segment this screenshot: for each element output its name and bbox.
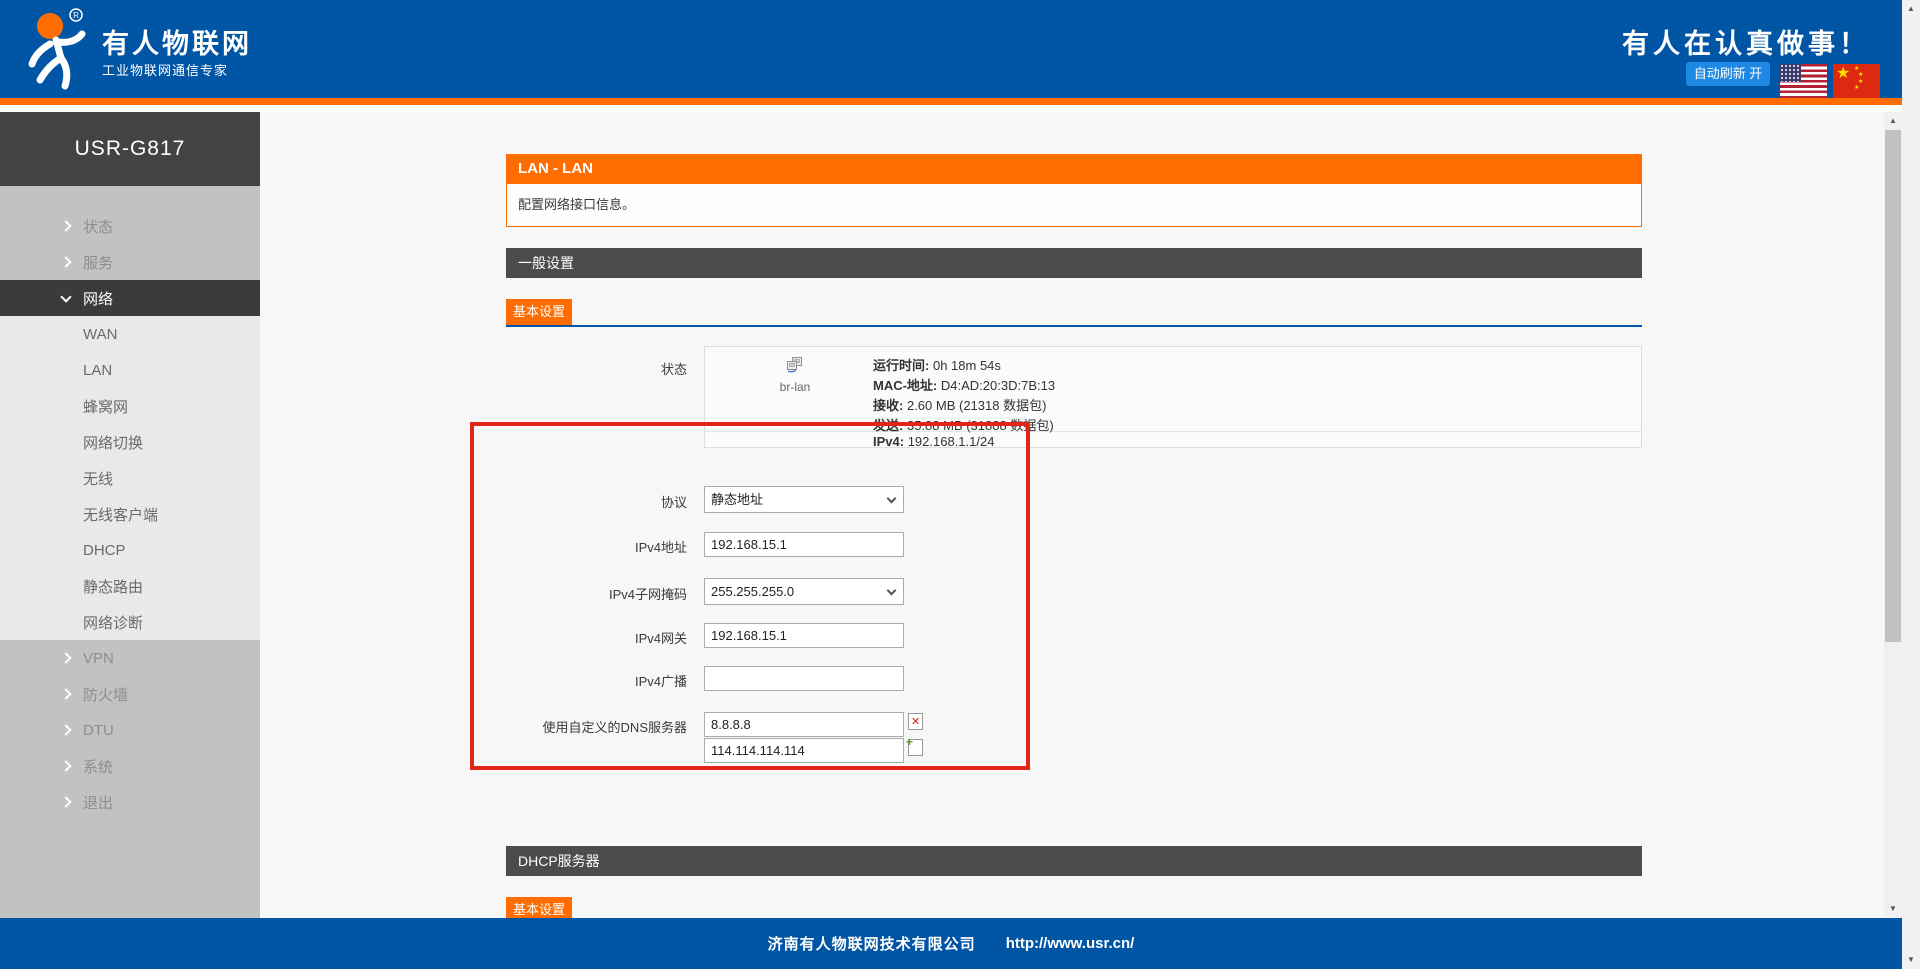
ipv4-broadcast-label: IPv4广播: [506, 671, 687, 690]
chevron-right-icon: [60, 652, 71, 663]
main-content: LAN - LAN 配置网络接口信息。 一般设置 基本设置 状态 br-lan …: [260, 112, 1884, 918]
status-rx: 接收: 2.60 MB (21318 数据包): [873, 395, 1046, 414]
sidebar-item-status[interactable]: 状态: [0, 208, 260, 244]
chevron-down-icon: [60, 291, 71, 302]
us-flag-canton: [1780, 64, 1801, 82]
protocol-label: 协议: [506, 492, 687, 511]
cn-flag-star: ★: [1836, 63, 1850, 83]
sidebar-item-wan[interactable]: WAN: [0, 316, 260, 352]
status-tx: 发送: 35.88 MB (31888 数据包): [873, 415, 1054, 434]
chevron-right-icon: [60, 256, 71, 267]
ipv4-address-label: IPv4地址: [506, 537, 687, 556]
content-scrollbar-thumb[interactable]: [1885, 130, 1901, 642]
scroll-up-icon[interactable]: ▲: [1902, 2, 1920, 16]
scroll-down-icon[interactable]: ▼: [1884, 902, 1902, 916]
sidebar-item-services[interactable]: 服务: [0, 244, 260, 280]
header: R 有人物联网 工业物联网通信专家 有人在认真做事！ 自动刷新 开 ★ ★ ★ …: [0, 0, 1902, 105]
sidebar-item-firewall[interactable]: 防火墙: [0, 676, 260, 712]
cn-flag-star: ★: [1858, 71, 1863, 78]
sidebar-item-wireless[interactable]: 无线: [0, 460, 260, 496]
brand-subtitle: 工业物联网通信专家: [102, 60, 228, 79]
protocol-select-wrap: 静态地址: [704, 486, 904, 513]
language-english-flag-icon[interactable]: [1780, 64, 1827, 98]
dns-add-icon[interactable]: +: [908, 739, 923, 756]
footer: 济南有人物联网技术有限公司 http://www.usr.cn/: [0, 918, 1902, 969]
footer-website-link[interactable]: http://www.usr.cn/: [1006, 935, 1135, 952]
page-scrollbar[interactable]: ▲ ▼: [1902, 0, 1920, 969]
sidebar-nav: 状态 服务 网络 WAN LAN 蜂窝网 网络切换 无线: [0, 186, 260, 820]
ipv4-address-input[interactable]: [704, 532, 904, 557]
device-model: USR-G817: [75, 137, 186, 161]
status-uptime: 运行时间: 0h 18m 54s: [873, 355, 1001, 374]
scroll-up-icon[interactable]: ▲: [1884, 114, 1902, 128]
ipv4-broadcast-input[interactable]: [704, 666, 904, 691]
sidebar-item-wireless-client[interactable]: 无线客户端: [0, 496, 260, 532]
content-scrollbar[interactable]: ▲ ▼: [1884, 112, 1902, 918]
interface-name: br-lan: [745, 380, 845, 394]
sidebar-item-network[interactable]: 网络: [0, 280, 260, 316]
status-ipv4: IPv4: 192.168.1.1/24: [873, 434, 994, 449]
footer-company: 济南有人物联网技术有限公司: [768, 933, 976, 954]
registered-mark: R: [73, 11, 79, 20]
sidebar-item-dhcp[interactable]: DHCP: [0, 532, 260, 568]
chevron-right-icon: [60, 220, 71, 231]
interface-cell: br-lan: [745, 357, 845, 394]
sidebar-item-static-routes[interactable]: 静态路由: [0, 568, 260, 604]
status-label: 状态: [506, 359, 687, 378]
tab-underline: [506, 325, 1642, 327]
sidebar-item-vpn[interactable]: VPN: [0, 640, 260, 676]
section-dhcp-server: DHCP服务器: [506, 846, 1642, 876]
status-mac: MAC-地址: D4:AD:20:3D:7B:13: [873, 375, 1055, 394]
device-model-header: USR-G817: [0, 112, 260, 186]
sidebar-item-network-switch[interactable]: 网络切换: [0, 424, 260, 460]
ipv4-gateway-input[interactable]: [704, 623, 904, 648]
auto-refresh-toggle-button[interactable]: 自动刷新 开: [1686, 62, 1770, 86]
sidebar-item-cellular[interactable]: 蜂窝网: [0, 388, 260, 424]
dns-server-1-input[interactable]: [704, 712, 904, 737]
language-chinese-flag-icon[interactable]: ★ ★ ★ ★ ★: [1833, 64, 1880, 98]
custom-dns-label: 使用自定义的DNS服务器: [506, 717, 687, 736]
dns-delete-icon[interactable]: ✕: [908, 713, 923, 730]
netmask-select-wrap: 255.255.255.0: [704, 578, 904, 605]
status-divider: [705, 431, 1641, 432]
section-general-settings: 一般设置: [506, 248, 1642, 278]
ipv4-netmask-select[interactable]: 255.255.255.0: [704, 578, 904, 605]
chevron-right-icon: [60, 796, 71, 807]
page-description: 配置网络接口信息。: [506, 184, 1642, 227]
chevron-right-icon: [60, 760, 71, 771]
bridge-interface-icon: [786, 357, 804, 373]
chevron-right-icon: [60, 724, 71, 735]
sidebar: USR-G817 状态 服务 网络 WAN LAN 蜂窝网: [0, 112, 260, 918]
router-admin-page: R 有人物联网 工业物联网通信专家 有人在认真做事！ 自动刷新 开 ★ ★ ★ …: [0, 0, 1920, 969]
tab-basic-settings[interactable]: 基本设置: [506, 299, 572, 325]
page-title: LAN - LAN: [506, 154, 1642, 184]
brand-title: 有人物联网: [102, 22, 252, 61]
sidebar-item-lan[interactable]: LAN: [0, 352, 260, 388]
chevron-right-icon: [60, 688, 71, 699]
protocol-select[interactable]: 静态地址: [704, 486, 904, 513]
cn-flag-star: ★: [1854, 84, 1859, 91]
sidebar-item-diagnostics[interactable]: 网络诊断: [0, 604, 260, 640]
header-slogan: 有人在认真做事！: [1622, 22, 1870, 61]
sidebar-item-logout[interactable]: 退出: [0, 784, 260, 820]
scroll-down-icon[interactable]: ▼: [1902, 953, 1920, 967]
ipv4-gateway-label: IPv4网关: [506, 628, 687, 647]
interface-status-box: br-lan 运行时间: 0h 18m 54s MAC-地址: D4:AD:20…: [704, 346, 1642, 448]
sidebar-item-system[interactable]: 系统: [0, 748, 260, 784]
dns-server-2-input[interactable]: [704, 738, 904, 763]
brand-logo-icon: R: [20, 4, 98, 96]
ipv4-netmask-label: IPv4子网掩码: [506, 584, 687, 603]
sidebar-item-dtu[interactable]: DTU: [0, 712, 260, 748]
